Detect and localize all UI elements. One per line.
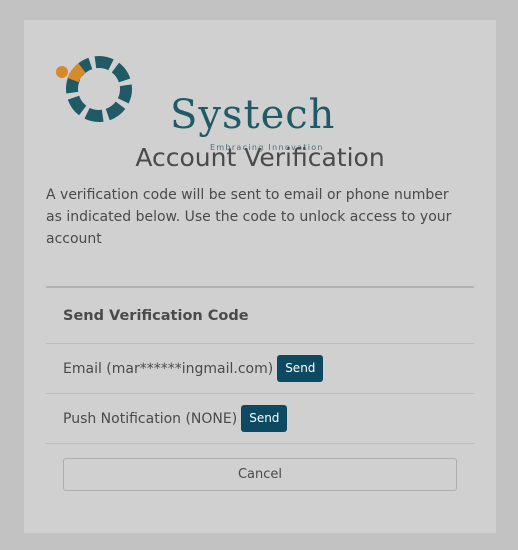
verification-card: Systech Embracing Innovation Account Ver… — [24, 20, 496, 533]
options-header: Send Verification Code — [46, 288, 474, 344]
send-push-button[interactable]: Send — [241, 405, 288, 432]
brand-name: Systech — [170, 92, 336, 138]
option-push-label: Push Notification (NONE) — [63, 410, 238, 427]
page-title: Account Verification — [135, 143, 385, 172]
intro-text: A verification code will be sent to emai… — [46, 187, 452, 247]
logo-ring-icon — [56, 56, 132, 122]
systech-logo: Systech Embracing Innovation — [54, 53, 334, 152]
option-email: Email (mar******ingmail.com) Send — [46, 344, 474, 394]
options-header-label: Send Verification Code — [63, 307, 249, 324]
option-push: Push Notification (NONE) Send — [46, 394, 474, 444]
cancel-button[interactable]: Cancel — [63, 458, 457, 491]
verification-options: Send Verification Code Email (mar******i… — [46, 286, 474, 444]
option-email-label: Email (mar******ingmail.com) — [63, 360, 274, 377]
send-email-button[interactable]: Send — [277, 355, 324, 382]
